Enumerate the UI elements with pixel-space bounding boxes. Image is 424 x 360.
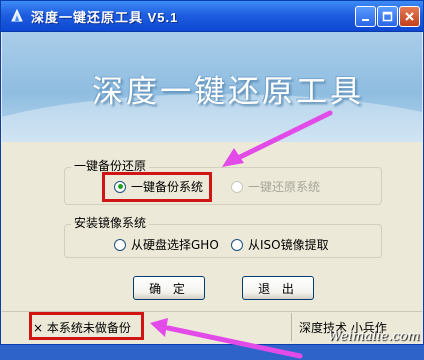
exit-button[interactable]: 退 出 <box>242 276 314 300</box>
radio-from-iso-label: 从ISO镜像提取 <box>248 238 329 252</box>
maximize-icon <box>382 11 393 22</box>
banner-title: 深度一键还原工具 <box>92 74 364 110</box>
radio-indicator <box>114 238 126 251</box>
confirm-button[interactable]: 确 定 <box>133 276 205 300</box>
radio-from-disk-gho[interactable]: 从硬盘选择GHO <box>114 236 219 253</box>
highlight-box-status <box>29 312 144 340</box>
title-bar[interactable]: 深度一键还原工具 V5.1 <box>1 1 423 32</box>
window-title: 深度一键还原工具 V5.1 <box>31 10 179 25</box>
banner: 深度一键还原工具 <box>2 32 422 142</box>
minimize-button[interactable] <box>355 6 376 27</box>
highlight-box-backup <box>102 172 212 202</box>
close-icon <box>405 12 414 21</box>
watermark: Weimalie.com <box>328 329 420 344</box>
radio-restore-system[interactable]: 一键还原系统 <box>231 178 320 195</box>
status-separator <box>291 313 292 341</box>
radio-indicator <box>231 238 243 251</box>
radio-indicator <box>231 180 243 193</box>
app-icon <box>11 8 23 22</box>
minimize-icon <box>362 19 369 21</box>
app-window: 深度一键还原工具 V5.1 深度一键还原工具 一键备份还原 一键备份系统 一键还… <box>0 0 424 345</box>
radio-from-iso[interactable]: 从ISO镜像提取 <box>231 236 329 253</box>
radio-restore-system-label: 一键还原系统 <box>248 180 321 194</box>
close-button[interactable] <box>399 6 420 27</box>
install-image-group-label: 安装镜像系统 <box>71 214 150 231</box>
maximize-button[interactable] <box>377 6 398 27</box>
radio-from-disk-gho-label: 从硬盘选择GHO <box>131 238 219 252</box>
